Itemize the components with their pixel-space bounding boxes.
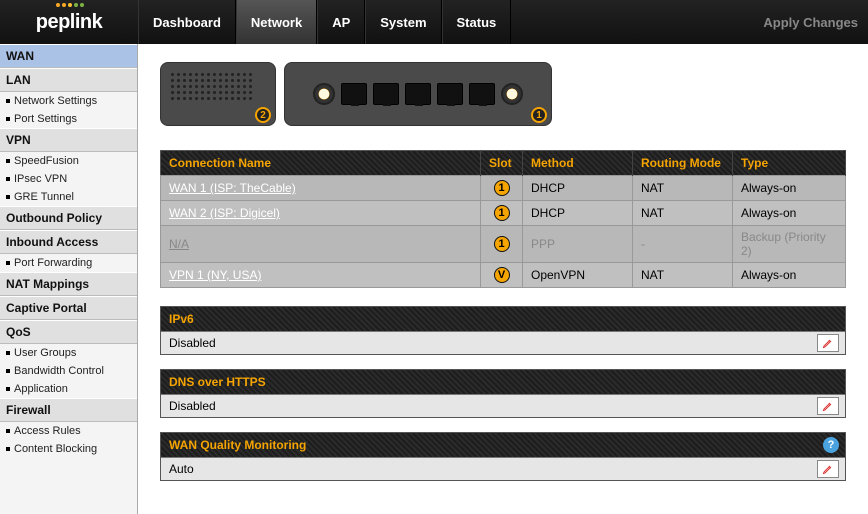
connection-link[interactable]: WAN 1 (ISP: TheCable): [169, 181, 296, 195]
nav-status[interactable]: Status: [442, 0, 512, 44]
doh-value: Disabled: [169, 399, 216, 413]
ethernet-port-icon: [405, 83, 431, 105]
cell-type: Backup (Priority 2): [733, 226, 846, 263]
ethernet-port-icon: [469, 83, 495, 105]
sidebar-inbound-access[interactable]: Inbound Access: [0, 230, 137, 254]
slot-badge-icon: V: [494, 267, 510, 283]
sidebar-bandwidth-control[interactable]: Bandwidth Control: [0, 362, 137, 380]
connection-link[interactable]: VPN 1 (NY, USA): [169, 268, 261, 282]
table-row: WAN 2 (ISP: Digicel) 1 DHCPNATAlways-on: [161, 201, 846, 226]
sidebar-network-settings[interactable]: Network Settings: [0, 92, 137, 110]
brand-logo: peplink: [0, 0, 138, 44]
logo-dots-icon: [56, 3, 84, 7]
cell-routing: NAT: [633, 176, 733, 201]
sidebar-wan[interactable]: WAN: [0, 44, 137, 68]
cell-type: Always-on: [733, 263, 846, 288]
cell-method: OpenVPN: [523, 263, 633, 288]
sidebar-firewall[interactable]: Firewall: [0, 398, 137, 422]
ethernet-port-icon: [373, 83, 399, 105]
nav-network[interactable]: Network: [236, 0, 317, 44]
doh-title: DNS over HTTPS: [161, 370, 845, 394]
main-nav: Dashboard Network AP System Status: [138, 0, 511, 44]
ipv6-section: IPv6 Disabled: [160, 306, 846, 355]
table-row: N/A 1 PPP-Backup (Priority 2): [161, 226, 846, 263]
col-type: Type: [733, 151, 846, 176]
col-connection-name: Connection Name: [161, 151, 481, 176]
sidebar-application[interactable]: Application: [0, 380, 137, 398]
cell-routing: NAT: [633, 201, 733, 226]
sidebar-outbound-policy[interactable]: Outbound Policy: [0, 206, 137, 230]
slot-badge-2: 2: [255, 107, 271, 123]
vent-icon: [171, 73, 265, 111]
pencil-icon: [822, 463, 834, 475]
sidebar-nat-mappings[interactable]: NAT Mappings: [0, 272, 137, 296]
ipv6-edit-button[interactable]: [817, 334, 839, 352]
sidebar-qos[interactable]: QoS: [0, 320, 137, 344]
wanqm-help-button[interactable]: ?: [823, 437, 839, 453]
sidebar-port-settings[interactable]: Port Settings: [0, 110, 137, 128]
slot-badge-icon: 1: [494, 205, 510, 221]
cell-routing: -: [633, 226, 733, 263]
sidebar-port-forwarding[interactable]: Port Forwarding: [0, 254, 137, 272]
nav-ap[interactable]: AP: [317, 0, 365, 44]
pencil-icon: [822, 337, 834, 349]
antenna-left-icon: [313, 83, 335, 105]
pencil-icon: [822, 400, 834, 412]
col-method: Method: [523, 151, 633, 176]
sidebar-content-blocking[interactable]: Content Blocking: [0, 440, 137, 458]
sidebar-lan[interactable]: LAN: [0, 68, 137, 92]
sidebar: WAN LAN Network Settings Port Settings V…: [0, 44, 138, 514]
sidebar-vpn[interactable]: VPN: [0, 128, 137, 152]
slot-badge-icon: 1: [494, 236, 510, 252]
table-row: VPN 1 (NY, USA) V OpenVPNNATAlways-on: [161, 263, 846, 288]
wanqm-edit-button[interactable]: [817, 460, 839, 478]
wanqm-value: Auto: [169, 462, 194, 476]
cell-routing: NAT: [633, 263, 733, 288]
slot-badge-icon: 1: [494, 180, 510, 196]
wanqm-section: WAN Quality Monitoring ? Auto: [160, 432, 846, 481]
sidebar-captive-portal[interactable]: Captive Portal: [0, 296, 137, 320]
cell-method: PPP: [523, 226, 633, 263]
ipv6-title: IPv6: [161, 307, 845, 331]
ipv6-value: Disabled: [169, 336, 216, 350]
sidebar-gre[interactable]: GRE Tunnel: [0, 188, 137, 206]
connections-table: Connection Name Slot Method Routing Mode…: [160, 150, 846, 288]
brand-text: peplink: [36, 11, 103, 34]
connection-link[interactable]: N/A: [169, 237, 189, 251]
main-content: 2 1 Connection Name Slot Method Rout: [138, 44, 868, 514]
cell-method: DHCP: [523, 176, 633, 201]
device-panel-2: 2: [160, 62, 276, 126]
slot-badge-1: 1: [531, 107, 547, 123]
sidebar-ipsec[interactable]: IPsec VPN: [0, 170, 137, 188]
topbar: peplink Dashboard Network AP System Stat…: [0, 0, 868, 44]
nav-dashboard[interactable]: Dashboard: [138, 0, 236, 44]
col-slot: Slot: [481, 151, 523, 176]
nav-system[interactable]: System: [365, 0, 441, 44]
sidebar-user-groups[interactable]: User Groups: [0, 344, 137, 362]
connection-link[interactable]: WAN 2 (ISP: Digicel): [169, 206, 280, 220]
wanqm-title: WAN Quality Monitoring ?: [161, 433, 845, 457]
cell-method: DHCP: [523, 201, 633, 226]
doh-edit-button[interactable]: [817, 397, 839, 415]
table-row: WAN 1 (ISP: TheCable) 1 DHCPNATAlways-on: [161, 176, 846, 201]
ethernet-port-icon: [437, 83, 463, 105]
col-routing: Routing Mode: [633, 151, 733, 176]
device-panel-1: 1: [284, 62, 552, 126]
ethernet-port-icon: [341, 83, 367, 105]
device-diagram: 2 1: [160, 62, 846, 126]
sidebar-speedfusion[interactable]: SpeedFusion: [0, 152, 137, 170]
sidebar-access-rules[interactable]: Access Rules: [0, 422, 137, 440]
antenna-right-icon: [501, 83, 523, 105]
cell-type: Always-on: [733, 176, 846, 201]
doh-section: DNS over HTTPS Disabled: [160, 369, 846, 418]
cell-type: Always-on: [733, 201, 846, 226]
apply-changes-button[interactable]: Apply Changes: [763, 15, 858, 30]
